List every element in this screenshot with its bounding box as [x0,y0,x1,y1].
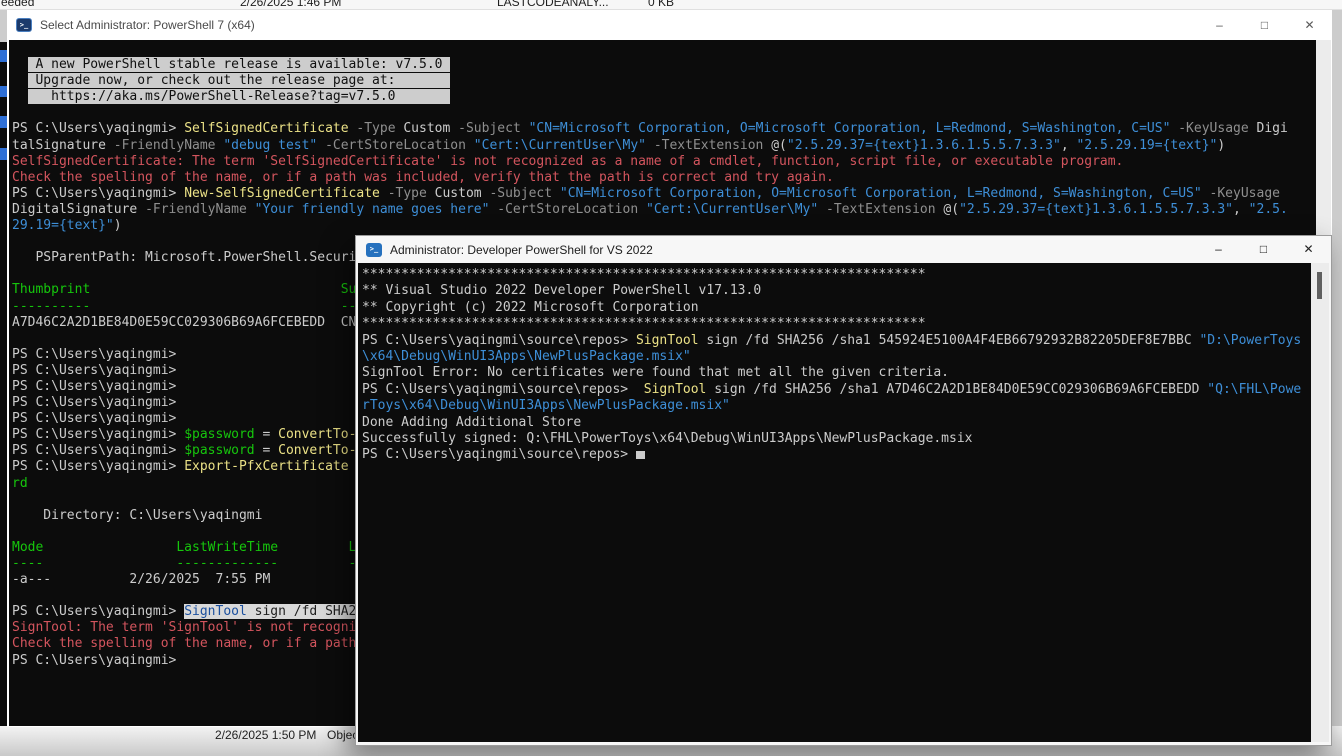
maximize-button[interactable]: □ [1241,236,1286,263]
window1-controls: – □ ✕ [1197,10,1332,40]
close-button[interactable]: ✕ [1286,236,1331,263]
powershell-icon: >_ [366,243,382,257]
terminal-line: SignTool Error: No certificates were fou… [362,365,1311,381]
terminal-line [12,41,1316,57]
text-cursor [636,451,645,459]
terminal-line: PS C:\Users\yaqingmi\source\repos> SignT… [362,333,1311,349]
selection-mark [0,50,7,62]
terminal-line: PS C:\Users\yaqingmi\source\repos> SignT… [362,382,1311,398]
terminal-line: Done Adding Additional Store [362,415,1311,431]
terminal-line [12,105,1316,121]
desktop: { "palette": { "fg": "#cccccc", "yellow"… [0,0,1342,756]
terminal-line: PS C:\Users\yaqingmi> New-SelfSignedCert… [12,186,1316,202]
explorer-file-row-top[interactable]: eeded 2/26/2025 1:46 PM LASTCODEANALY...… [0,0,1342,10]
scrollbar[interactable] [1311,263,1329,742]
selection-mark [0,116,7,128]
terminal-line: A new PowerShell stable release is avail… [12,57,1316,73]
selection-mark [0,148,7,160]
terminal-line: PS C:\Users\yaqingmi> SelfSignedCertific… [12,121,1316,137]
minimize-button[interactable]: – [1197,10,1242,40]
terminal-line: \x64\Debug\WinUI3Apps\NewPlusPackage.msi… [362,349,1311,365]
window1-title: Select Administrator: PowerShell 7 (x64) [40,18,255,32]
window2-controls: – □ ✕ [1196,236,1331,263]
selection-mark [0,86,7,97]
terminal-line: talSignature -FriendlyName "debug test" … [12,138,1316,154]
file-size: 0 KB [648,0,674,9]
powershell-icon: >_ [16,18,32,32]
terminal-line: https://aka.ms/PowerShell-Release?tag=v7… [12,89,1316,105]
maximize-button[interactable]: □ [1242,10,1287,40]
terminal-line: Successfully signed: Q:\FHL\PowerToys\x6… [362,431,1311,447]
close-button[interactable]: ✕ [1287,10,1332,40]
terminal-line: Upgrade now, or check out the release pa… [12,73,1316,89]
terminal-line: ****************************************… [362,316,1311,332]
minimize-button[interactable]: – [1196,236,1241,263]
file-date: 2/26/2025 1:50 PM [215,728,316,742]
terminal-line: 29.19={text}") [12,218,1316,234]
terminal-line: SelfSignedCertificate: The term 'SelfSig… [12,154,1316,170]
window2-titlebar[interactable]: >_ Administrator: Developer PowerShell f… [356,236,1331,263]
window2-title: Administrator: Developer PowerShell for … [390,243,653,257]
scrollbar-thumb[interactable] [1317,272,1322,299]
file-name-fragment: eeded [1,0,34,9]
terminal-line: DigitalSignature -FriendlyName "Your fri… [12,202,1316,218]
file-date: 2/26/2025 1:46 PM [240,0,341,9]
terminal-line: ****************************************… [362,267,1311,283]
terminal-line: Check the spelling of the name, or if a … [12,170,1316,186]
developer-powershell-window: >_ Administrator: Developer PowerShell f… [355,235,1332,746]
terminal-line: ** Copyright (c) 2022 Microsoft Corporat… [362,300,1311,316]
terminal-line: PS C:\Users\yaqingmi\source\repos> [362,447,1311,463]
terminal-line: ** Visual Studio 2022 Developer PowerShe… [362,283,1311,299]
file-label: LASTCODEANALY... [497,0,609,9]
terminal-output-devps[interactable]: ****************************************… [358,263,1311,742]
terminal-line: rToys\x64\Debug\WinUI3Apps\NewPlusPackag… [362,398,1311,414]
window1-titlebar[interactable]: >_ Select Administrator: PowerShell 7 (x… [7,10,1332,40]
